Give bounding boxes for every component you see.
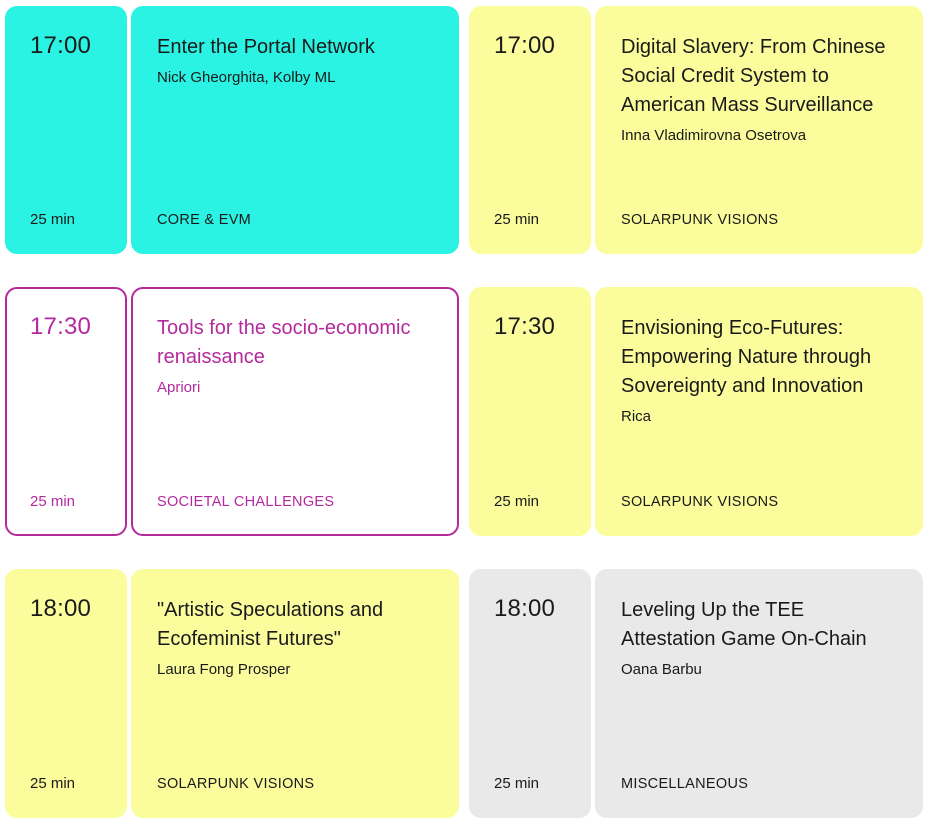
session-track: SOLARPUNK VISIONS <box>621 494 779 510</box>
session-start-time: 18:00 <box>30 595 92 622</box>
session-card[interactable]: 17:30 25 min Tools for the socio-economi… <box>5 287 459 536</box>
session-card[interactable]: 17:00 25 min Enter the Portal Network Ni… <box>5 6 459 254</box>
session-title-text: Digital Slavery: From Chinese Social Cre… <box>621 36 886 116</box>
session-info-block: Envisioning Eco-Futures: Empowering Natu… <box>595 287 923 536</box>
session-duration: 25 min <box>494 775 540 792</box>
session-title-text: Envisioning Eco-Futures: Empowering Natu… <box>621 317 872 397</box>
session-card[interactable]: 17:00 25 min Digital Slavery: From Chine… <box>469 6 923 254</box>
session-title[interactable]: "Artistic Speculations and Ecofeminist F… <box>157 596 437 680</box>
session-track: SOLARPUNK VISIONS <box>157 776 315 792</box>
session-speakers: Rica <box>621 408 652 425</box>
session-title-text: "Artistic Speculations and Ecofeminist F… <box>157 599 384 650</box>
session-time-block: 17:00 25 min <box>5 6 127 254</box>
session-speakers: Laura Fong Prosper <box>157 661 291 678</box>
session-start-time: 17:30 <box>30 313 92 340</box>
session-time-block: 18:00 25 min <box>469 569 591 818</box>
session-card[interactable]: 18:00 25 min "Artistic Speculations and … <box>5 569 459 818</box>
session-card[interactable]: 17:30 25 min Envisioning Eco-Futures: Em… <box>469 287 923 536</box>
session-title[interactable]: Digital Slavery: From Chinese Social Cre… <box>621 33 901 146</box>
session-track: SOLARPUNK VISIONS <box>621 212 779 228</box>
session-info-block: Digital Slavery: From Chinese Social Cre… <box>595 6 923 254</box>
session-start-time: 17:30 <box>494 313 556 340</box>
session-time-block: 18:00 25 min <box>5 569 127 818</box>
session-time-block: 17:00 25 min <box>469 6 591 254</box>
session-speakers: Nick Gheorghita, Kolby ML <box>157 69 336 86</box>
session-start-time: 18:00 <box>494 595 556 622</box>
session-duration: 25 min <box>30 775 76 792</box>
session-info-block: "Artistic Speculations and Ecofeminist F… <box>131 569 459 818</box>
session-track: MISCELLANEOUS <box>621 776 749 792</box>
session-title-text: Enter the Portal Network <box>157 36 375 58</box>
session-title[interactable]: Leveling Up the TEE Attestation Game On-… <box>621 596 901 680</box>
session-title[interactable]: Enter the Portal Network Nick Gheorghita… <box>157 33 437 88</box>
session-info-block: Tools for the socio-economic renaissance… <box>131 287 459 536</box>
session-info-block: Enter the Portal Network Nick Gheorghita… <box>131 6 459 254</box>
session-speakers: Inna Vladimirovna Osetrova <box>621 127 807 144</box>
session-duration: 25 min <box>30 211 76 228</box>
session-info-block: Leveling Up the TEE Attestation Game On-… <box>595 569 923 818</box>
session-track: CORE & EVM <box>157 212 252 228</box>
session-title-text: Tools for the socio-economic renaissance <box>157 317 411 368</box>
session-time-block: 17:30 25 min <box>5 287 127 536</box>
session-card[interactable]: 18:00 25 min Leveling Up the TEE Attesta… <box>469 569 923 818</box>
session-title[interactable]: Envisioning Eco-Futures: Empowering Natu… <box>621 314 901 427</box>
session-duration: 25 min <box>494 493 540 510</box>
session-title-text: Leveling Up the TEE Attestation Game On-… <box>621 599 867 650</box>
session-speakers: Oana Barbu <box>621 661 702 678</box>
session-speakers: Apriori <box>157 379 201 396</box>
session-title[interactable]: Tools for the socio-economic renaissance… <box>157 314 435 398</box>
session-track: SOCIETAL CHALLENGES <box>157 494 335 510</box>
session-start-time: 17:00 <box>30 32 92 59</box>
session-duration: 25 min <box>30 493 76 510</box>
session-start-time: 17:00 <box>494 32 556 59</box>
session-duration: 25 min <box>494 211 540 228</box>
session-time-block: 17:30 25 min <box>469 287 591 536</box>
